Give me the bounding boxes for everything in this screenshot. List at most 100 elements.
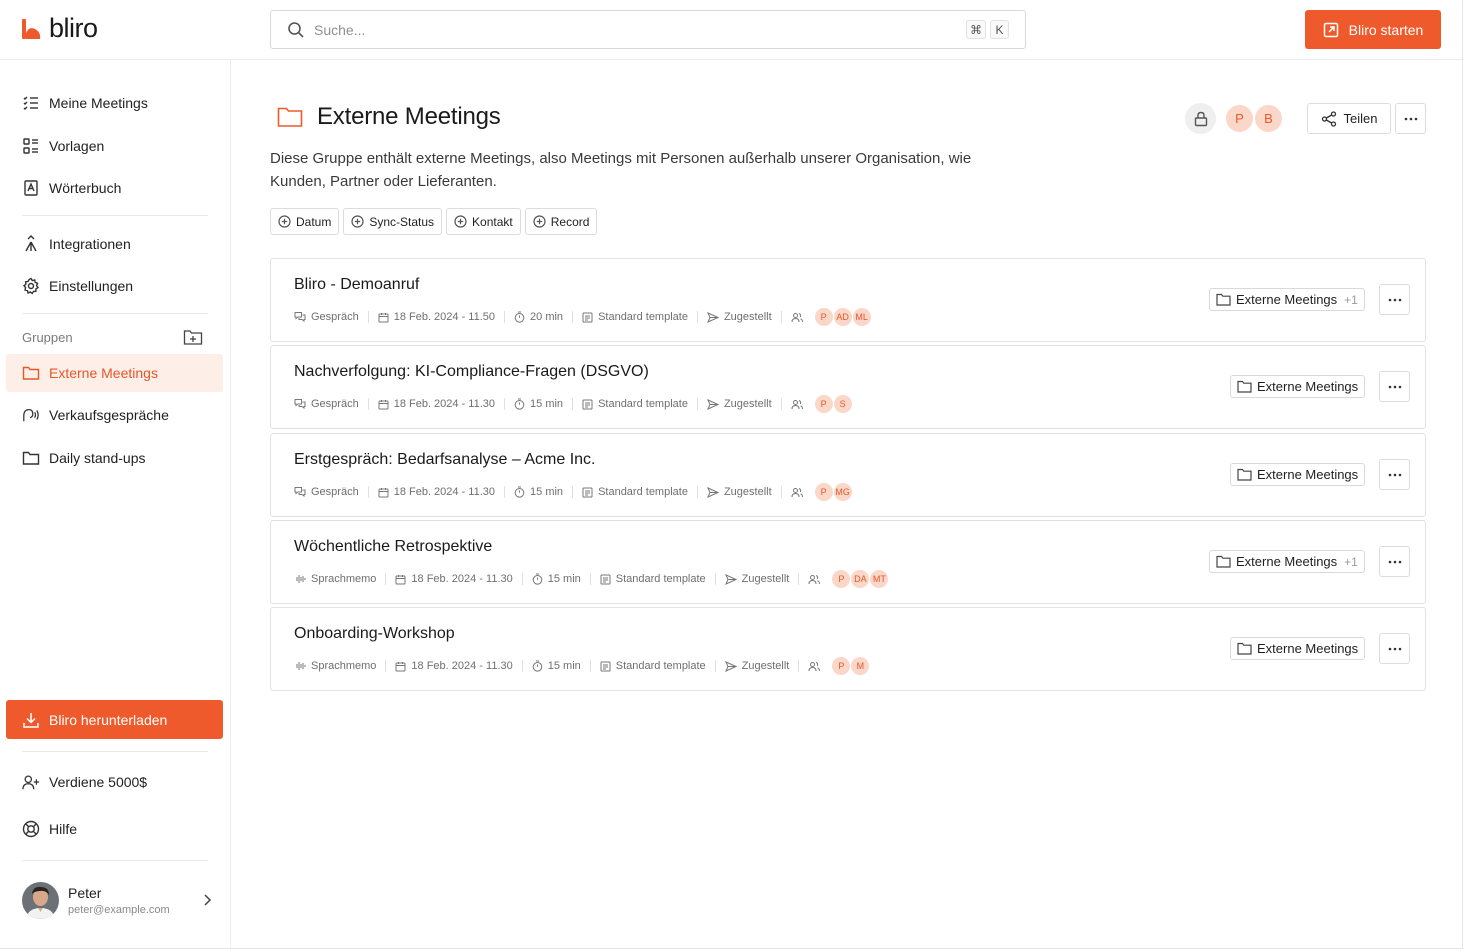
member-avatars[interactable]: P B xyxy=(1224,103,1284,134)
integration-icon xyxy=(22,235,40,253)
group-tag-label: Externe Meetings xyxy=(1257,379,1359,394)
meeting-date-label: 18 Feb. 2024 - 11.30 xyxy=(411,660,513,672)
group-tag[interactable]: Externe Meetings xyxy=(1230,375,1366,398)
meeting-participants: P MG xyxy=(791,482,853,502)
meeting-duration: 15 min xyxy=(532,573,581,585)
people-icon xyxy=(808,661,821,672)
meeting-duration: 15 min xyxy=(532,660,581,672)
meta-separator xyxy=(696,486,698,498)
meeting-more-button[interactable] xyxy=(1379,459,1410,490)
meeting-date: 18 Feb. 2024 - 11.30 xyxy=(378,486,495,498)
filter-sync-status[interactable]: Sync-Status xyxy=(343,208,443,235)
share-button[interactable]: Teilen xyxy=(1307,103,1391,134)
filter-datum[interactable]: Datum xyxy=(270,208,340,235)
sidebar-item-label: Verdiene 5000$ xyxy=(49,774,148,790)
template-icon xyxy=(600,574,611,585)
meeting-meta: Gespräch 18 Feb. 2024 - 11.30 15 min Standa… xyxy=(294,394,853,414)
download-icon xyxy=(22,711,40,729)
lock-button[interactable] xyxy=(1185,103,1216,134)
meta-separator xyxy=(521,660,523,672)
folder-icon xyxy=(1216,555,1231,568)
people-icon xyxy=(808,574,821,585)
send-icon xyxy=(724,573,737,585)
meta-separator xyxy=(589,660,591,672)
participant-avatars: P MG xyxy=(813,482,853,502)
meeting-more-button[interactable] xyxy=(1379,284,1410,315)
send-icon xyxy=(706,398,719,410)
meeting-card[interactable]: Bliro - Demoanruf Gespräch 18 Feb. 2024 - … xyxy=(270,258,1426,342)
meeting-duration-label: 15 min xyxy=(530,398,564,410)
download-bliro-label: Bliro herunterladen xyxy=(49,711,168,728)
filter-record[interactable]: Record xyxy=(524,208,598,235)
folder-icon xyxy=(1216,293,1231,306)
meta-separator xyxy=(572,398,574,410)
meta-separator xyxy=(714,573,716,585)
calendar-icon xyxy=(395,574,406,585)
group-tag[interactable]: Externe Meetings xyxy=(1230,637,1366,660)
meeting-more-button[interactable] xyxy=(1379,633,1410,664)
folder-icon xyxy=(1237,380,1252,393)
meta-separator xyxy=(798,573,800,585)
sidebar-item-daily-stand-ups[interactable]: Daily stand-ups xyxy=(6,439,223,477)
search-bar[interactable]: ⌘ K xyxy=(270,10,1026,49)
logo[interactable]: bliro xyxy=(21,15,98,42)
share-label: Teilen xyxy=(1343,111,1378,126)
sidebar-item-hilfe[interactable]: Hilfe xyxy=(6,810,223,848)
sidebar-item-verkaufsgespraeche[interactable]: Verkaufsgespräche xyxy=(6,396,223,434)
meta-separator xyxy=(572,486,574,498)
add-group-icon[interactable] xyxy=(183,328,203,346)
meeting-card[interactable]: Nachverfolgung: KI-Compliance-Fragen (DS… xyxy=(270,345,1426,429)
sidebar-item-externe-meetings[interactable]: Externe Meetings xyxy=(6,354,223,392)
timer-icon xyxy=(514,311,525,323)
meta-separator xyxy=(367,398,369,410)
group-tag[interactable]: Externe Meetings +1 xyxy=(1209,550,1365,573)
filter-kontakt[interactable]: Kontakt xyxy=(446,208,521,235)
meta-separator xyxy=(589,573,591,585)
folder-icon xyxy=(22,364,40,382)
meeting-duration-label: 20 min xyxy=(530,311,564,323)
meta-separator xyxy=(367,486,369,498)
download-bliro-button[interactable]: Bliro herunterladen xyxy=(6,700,223,739)
sidebar-item-meine-meetings[interactable]: Meine Meetings xyxy=(6,84,223,122)
meta-separator xyxy=(504,398,506,410)
user-profile[interactable]: Peter peter@example.com xyxy=(22,880,212,920)
list-icon xyxy=(22,94,40,112)
meta-separator xyxy=(780,486,782,498)
sidebar: Meine Meetings Vorlagen Wörterbuch Integ… xyxy=(0,60,231,950)
participant-avatar: P xyxy=(813,307,834,327)
calendar-icon xyxy=(378,487,389,498)
sidebar-item-einstellungen[interactable]: Einstellungen xyxy=(6,267,223,305)
more-options-button[interactable] xyxy=(1395,103,1426,134)
group-tag[interactable]: Externe Meetings xyxy=(1230,463,1366,486)
start-bliro-button[interactable]: Bliro starten xyxy=(1305,10,1441,49)
participant-avatar: AD xyxy=(832,307,853,327)
meeting-type: Gespräch xyxy=(294,311,359,323)
people-icon xyxy=(791,399,803,410)
meeting-date-label: 18 Feb. 2024 - 11.30 xyxy=(393,486,496,498)
voice-icon xyxy=(22,406,40,424)
meeting-card[interactable]: Onboarding-Workshop Sprachmemo 18 Feb. 202… xyxy=(270,607,1426,691)
participant-avatar: P xyxy=(813,394,834,414)
header-actions: P B Teilen xyxy=(1185,103,1426,134)
sidebar-item-label: Hilfe xyxy=(49,821,78,837)
sidebar-item-verdiene[interactable]: Verdiene 5000$ xyxy=(6,763,223,801)
meeting-card[interactable]: Wöchentliche Retrospektive Sprachmemo 18 F… xyxy=(270,520,1426,604)
template-icon xyxy=(582,312,593,323)
meeting-more-button[interactable] xyxy=(1379,371,1410,402)
meta-separator xyxy=(572,311,574,323)
meeting-card[interactable]: Erstgespräch: Bedarfsanalyse – Acme Inc.… xyxy=(270,433,1426,517)
search-input[interactable] xyxy=(314,21,966,38)
sidebar-item-vorlagen[interactable]: Vorlagen xyxy=(6,127,223,165)
waveform-icon xyxy=(294,660,306,672)
search-icon xyxy=(287,21,305,39)
page-title: Externe Meetings xyxy=(317,103,501,130)
meeting-title: Onboarding-Workshop xyxy=(294,625,455,642)
meeting-more-button[interactable] xyxy=(1379,546,1410,577)
meta-separator xyxy=(367,311,369,323)
timer-icon xyxy=(514,486,525,498)
sidebar-item-woerterbuch[interactable]: Wörterbuch xyxy=(6,169,223,207)
group-tag-label: Externe Meetings xyxy=(1257,467,1359,482)
sidebar-item-integrationen[interactable]: Integrationen xyxy=(6,225,223,263)
group-tag[interactable]: Externe Meetings +1 xyxy=(1209,288,1365,311)
calendar-icon xyxy=(378,312,389,323)
